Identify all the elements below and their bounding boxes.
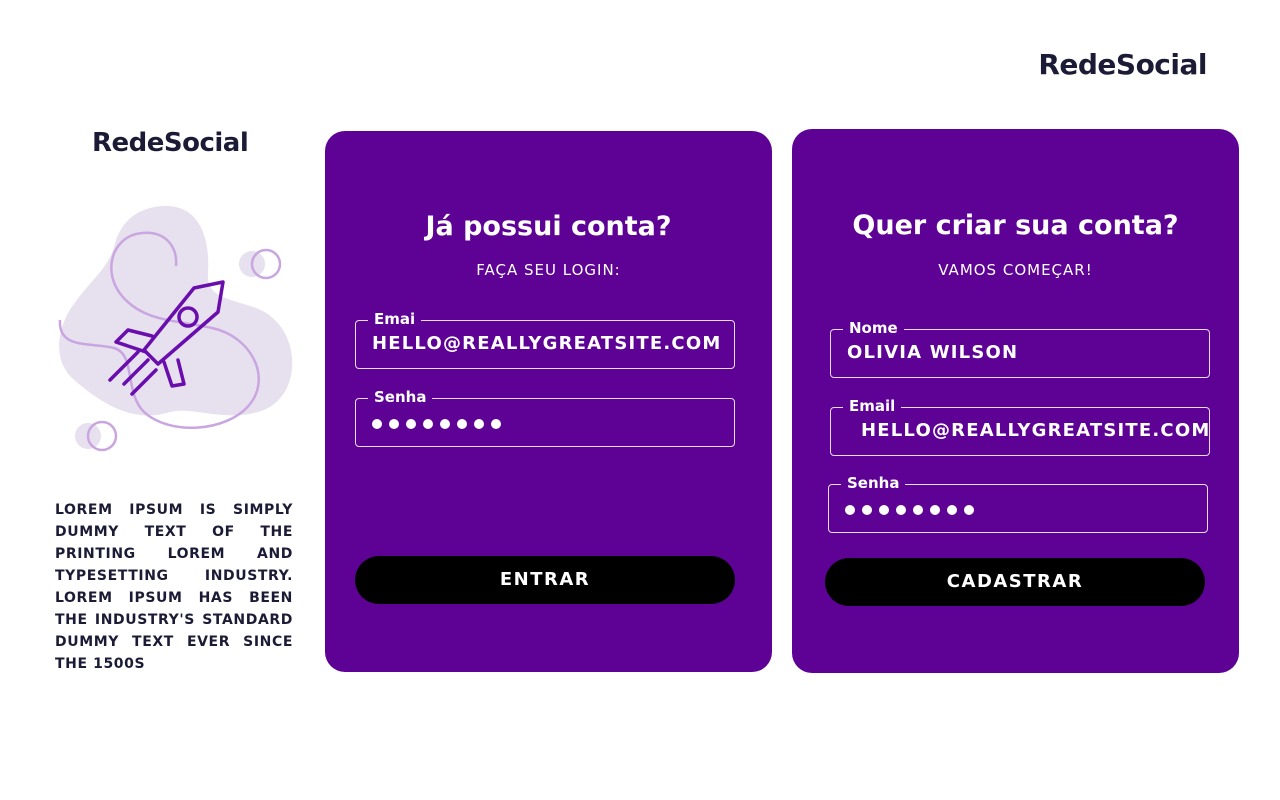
signup-password-label: Senha xyxy=(841,473,906,493)
signup-password-field[interactable]: Senha xyxy=(828,473,1208,533)
password-dot xyxy=(423,419,433,429)
password-dot xyxy=(491,419,501,429)
login-subtitle: FAÇA SEU LOGIN: xyxy=(476,261,621,279)
login-email-value: HELLO@REALLYGREATSITE.COM xyxy=(372,333,722,354)
login-email-label: Emai xyxy=(368,309,422,329)
rocket-illustration xyxy=(58,205,293,452)
password-dot xyxy=(406,419,416,429)
signup-email-value: HELLO@REALLYGREATSITE.COM xyxy=(861,420,1211,441)
login-title: Já possui conta? xyxy=(425,211,672,242)
login-password-label: Senha xyxy=(368,387,433,407)
signup-submit-button[interactable]: CADASTRAR xyxy=(825,558,1205,606)
signup-title: Quer criar sua conta? xyxy=(852,210,1179,241)
signup-subtitle: VAMOS COMEÇAR! xyxy=(938,261,1093,279)
login-card: Já possui conta? FAÇA SEU LOGIN: Emai HE… xyxy=(325,131,772,672)
brand-logo-side: RedeSocial xyxy=(92,128,249,158)
password-dot xyxy=(457,419,467,429)
login-email-field[interactable]: Emai HELLO@REALLYGREATSITE.COM xyxy=(355,309,735,369)
signup-card: Quer criar sua conta? VAMOS COMEÇAR! Nom… xyxy=(792,129,1239,673)
signup-email-label: Email xyxy=(843,396,902,416)
password-dot xyxy=(879,505,889,515)
signup-name-value: OLIVIA WILSON xyxy=(847,342,1019,363)
password-dot xyxy=(862,505,872,515)
password-dot xyxy=(964,505,974,515)
signup-password-mask xyxy=(845,505,974,515)
brand-logo-top: RedeSocial xyxy=(1038,48,1207,81)
signup-name-field[interactable]: Nome OLIVIA WILSON xyxy=(830,318,1210,378)
password-dot xyxy=(896,505,906,515)
password-dot xyxy=(389,419,399,429)
login-submit-button[interactable]: ENTRAR xyxy=(355,556,735,604)
password-dot xyxy=(913,505,923,515)
password-dot xyxy=(845,505,855,515)
password-dot xyxy=(474,419,484,429)
password-dot xyxy=(440,419,450,429)
signup-name-label: Nome xyxy=(843,318,904,338)
login-password-field[interactable]: Senha xyxy=(355,387,735,447)
login-password-mask xyxy=(372,419,501,429)
password-dot xyxy=(947,505,957,515)
signup-email-field[interactable]: Email HELLO@REALLYGREATSITE.COM xyxy=(830,396,1211,456)
password-dot xyxy=(372,419,382,429)
password-dot xyxy=(930,505,940,515)
description-text: LOREM IPSUM IS SIMPLY DUMMY TEXT OF THE … xyxy=(55,502,293,672)
